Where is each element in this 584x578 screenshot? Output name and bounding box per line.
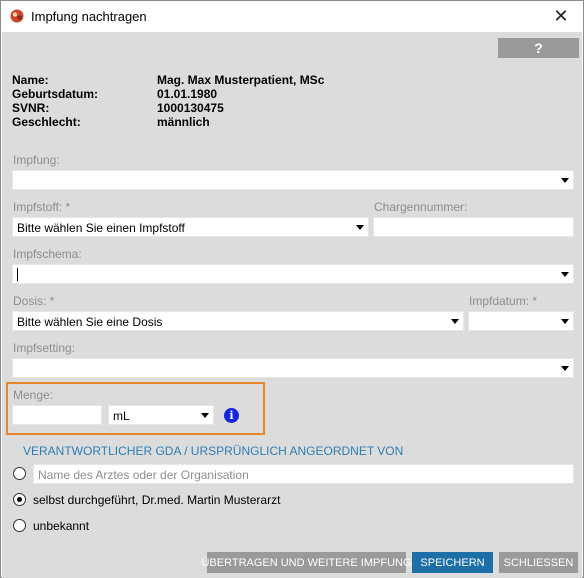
close-icon: ✕	[553, 6, 569, 26]
chevron-down-icon	[201, 413, 209, 418]
patient-svnr-label: SVNR:	[12, 101, 50, 115]
gda-name-input[interactable]: Name des Arztes oder der Organisation	[33, 464, 574, 484]
help-button[interactable]: ?	[498, 38, 579, 58]
gda-section-title: VERANTWORTLICHER GDA / URSPRÜNGLICH ANGE…	[23, 444, 404, 458]
dosis-select-value: Bitte wählen Sie eine Dosis	[17, 315, 163, 329]
close-button-label: SCHLIESSEN	[503, 556, 574, 569]
impfsetting-select[interactable]	[12, 358, 574, 378]
patient-svnr-value: 1000130475	[157, 101, 224, 115]
chevron-down-icon	[561, 272, 569, 277]
impfdatum-label: Impfdatum: *	[469, 294, 538, 308]
menge-input[interactable]	[12, 405, 102, 425]
patient-gender-value: männlich	[157, 115, 210, 129]
patient-name-value: Mag. Max Musterpatient, MSc	[157, 73, 325, 87]
app-logo-icon	[10, 9, 24, 23]
patient-gender-label: Geschlecht:	[12, 115, 81, 129]
gda-radio-self[interactable]	[13, 493, 26, 506]
unit-select-value: mL	[113, 409, 130, 423]
dosis-select[interactable]: Bitte wählen Sie eine Dosis	[12, 311, 464, 331]
close-button[interactable]: SCHLIESSEN	[499, 552, 578, 573]
impfschema-label: Impfschema:	[13, 247, 82, 261]
dosis-label: Dosis: *	[13, 294, 55, 308]
patient-info: Name: Mag. Max Musterpatient, MSc Geburt…	[12, 73, 324, 129]
chevron-down-icon	[451, 319, 459, 324]
dialog-window: Impfung nachtragen ✕ ? Name: Mag. Max Mu…	[0, 0, 584, 578]
impfung-label: Impfung:	[13, 153, 60, 167]
unit-select[interactable]: mL	[108, 405, 214, 425]
chevron-down-icon	[561, 366, 569, 371]
gda-name-placeholder: Name des Arztes oder der Organisation	[38, 468, 249, 482]
gda-radio-name[interactable]	[13, 467, 26, 480]
impfdatum-select[interactable]	[468, 311, 574, 331]
gda-self-label[interactable]: selbst durchgeführt, Dr.med. Martin Must…	[33, 493, 280, 507]
impfstoff-select[interactable]: Bitte wählen Sie einen Impfstoff	[12, 217, 369, 237]
window-title: Impfung nachtragen	[31, 9, 147, 24]
transfer-and-next-label: ÜBERTRAGEN UND WEITERE IMPFUNG	[201, 556, 412, 569]
chargennummer-label: Chargennummer:	[374, 200, 468, 214]
impfstoff-label: Impfstoff: *	[13, 200, 71, 214]
impfstoff-select-value: Bitte wählen Sie einen Impfstoff	[17, 221, 185, 235]
patient-birthdate-value: 01.01.1980	[157, 87, 218, 101]
impfsetting-label: Impfsetting:	[13, 341, 76, 355]
impfschema-select[interactable]	[12, 264, 574, 284]
chevron-down-icon	[356, 225, 364, 230]
dialog-content: ? Name: Mag. Max Musterpatient, MSc Gebu…	[2, 32, 582, 578]
gda-unknown-label[interactable]: unbekannt	[33, 519, 89, 533]
text-cursor	[17, 268, 18, 281]
transfer-and-next-button[interactable]: ÜBERTRAGEN UND WEITERE IMPFUNG	[201, 552, 412, 573]
save-button[interactable]: SPEICHERN	[412, 552, 493, 573]
title-bar: Impfung nachtragen ✕	[1, 1, 583, 32]
menge-label: Menge:	[13, 388, 54, 402]
chevron-down-icon	[561, 319, 569, 324]
chevron-down-icon	[561, 178, 569, 183]
info-icon[interactable]: i	[224, 408, 239, 423]
patient-name-label: Name:	[12, 73, 49, 87]
patient-birthdate-label: Geburtsdatum:	[12, 87, 99, 101]
impfung-select[interactable]	[12, 170, 574, 190]
chargennummer-input[interactable]	[373, 217, 574, 237]
save-button-label: SPEICHERN	[420, 556, 485, 569]
help-button-label: ?	[534, 40, 543, 56]
gda-radio-unknown[interactable]	[13, 519, 26, 532]
close-window-button[interactable]: ✕	[539, 1, 583, 32]
